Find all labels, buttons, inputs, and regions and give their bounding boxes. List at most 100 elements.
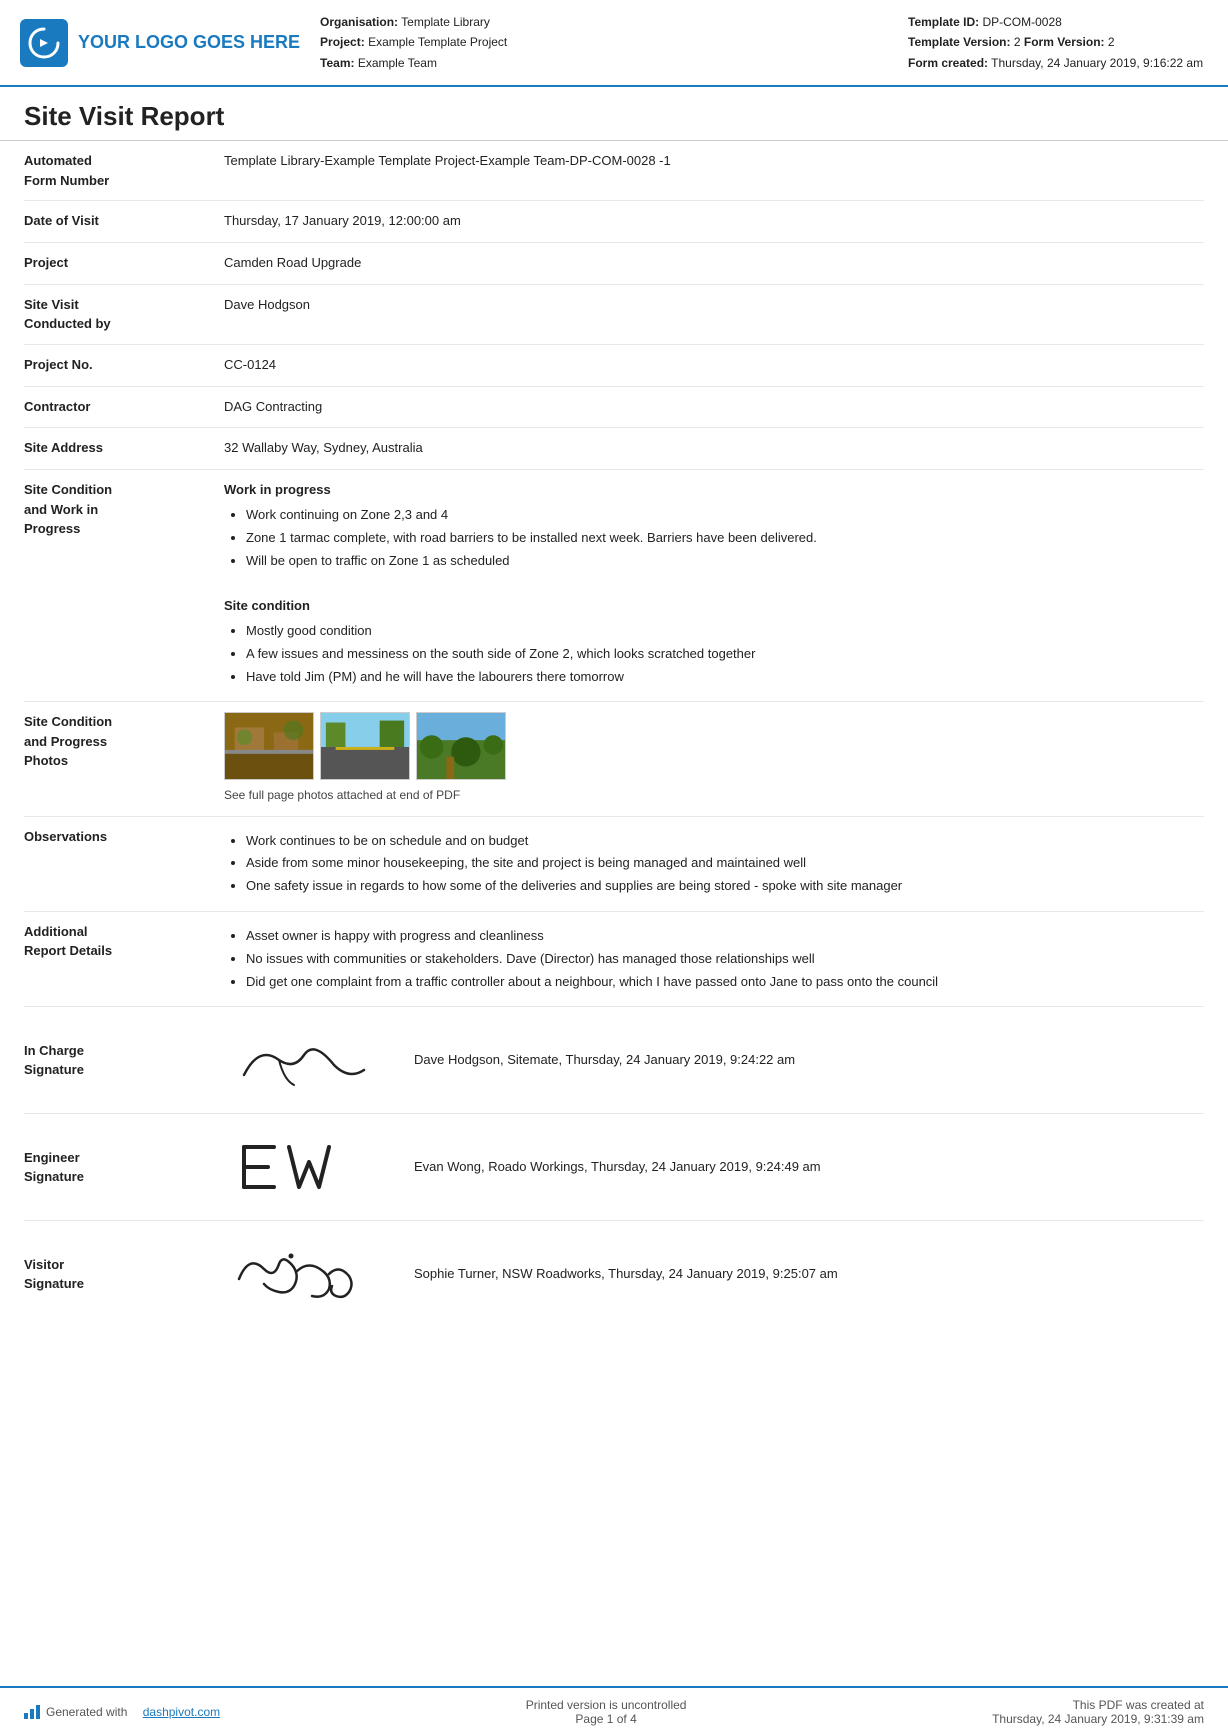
header-right: Template ID: DP-COM-0028 Template Versio…	[908, 12, 1208, 73]
field-engineer-sig: EngineerSignature Evan Wong, Roado Worki…	[24, 1114, 1204, 1221]
value-site-condition: Work in progress Work continuing on Zone…	[224, 480, 1204, 691]
field-site-condition: Site Conditionand Work inProgress Work i…	[24, 470, 1204, 702]
sig-engineer-img	[224, 1132, 384, 1202]
value-automated: Template Library-Example Template Projec…	[224, 151, 1204, 172]
label-observations: Observations	[24, 827, 224, 847]
form-version-label: Form Version:	[1024, 35, 1105, 49]
team-value: Example Team	[358, 56, 437, 70]
label-site-address: Site Address	[24, 438, 224, 458]
bars-icon	[24, 1705, 40, 1719]
field-date-of-visit: Date of Visit Thursday, 17 January 2019,…	[24, 201, 1204, 243]
team-label: Team:	[320, 56, 354, 70]
list-item: Zone 1 tarmac complete, with road barrie…	[246, 528, 1204, 549]
field-photos: Site Conditionand ProgressPhotos	[24, 702, 1204, 816]
label-project-no: Project No.	[24, 355, 224, 375]
observations-list: Work continues to be on schedule and on …	[224, 831, 1204, 897]
template-version-value: 2	[1014, 35, 1021, 49]
label-automated: AutomatedForm Number	[24, 151, 224, 190]
label-engineer: EngineerSignature	[24, 1148, 224, 1187]
value-project: Camden Road Upgrade	[224, 253, 1204, 274]
field-project-no: Project No. CC-0124	[24, 345, 1204, 387]
site-condition-heading: Site condition	[224, 596, 1204, 617]
site-condition-list: Mostly good condition A few issues and m…	[224, 621, 1204, 687]
additional-list: Asset owner is happy with progress and c…	[224, 926, 1204, 992]
field-observations: Observations Work continues to be on sch…	[24, 817, 1204, 912]
bar-2	[30, 1709, 34, 1719]
value-project-no: CC-0124	[224, 355, 1204, 376]
label-date: Date of Visit	[24, 211, 224, 231]
field-automated-form: AutomatedForm Number Template Library-Ex…	[24, 141, 1204, 201]
label-additional: AdditionalReport Details	[24, 922, 224, 961]
list-item: Aside from some minor housekeeping, the …	[246, 853, 1204, 874]
list-item: Work continues to be on schedule and on …	[246, 831, 1204, 852]
org-value: Template Library	[401, 15, 490, 29]
work-progress-heading: Work in progress	[224, 480, 1204, 501]
footer-created: This PDF was created atThursday, 24 Janu…	[992, 1698, 1204, 1726]
bar-1	[24, 1713, 28, 1719]
logo-icon	[20, 19, 68, 67]
header: YOUR LOGO GOES HERE Organisation: Templa…	[0, 0, 1228, 87]
project-label: Project:	[320, 35, 365, 49]
photos-row	[224, 712, 1204, 780]
list-item: No issues with communities or stakeholde…	[246, 949, 1204, 970]
value-additional: Asset owner is happy with progress and c…	[224, 922, 1204, 996]
footer-left: Generated with dashpivot.com	[24, 1705, 220, 1719]
field-site-address: Site Address 32 Wallaby Way, Sydney, Aus…	[24, 428, 1204, 470]
field-in-charge-sig: In ChargeSignature Dave Hodgson, Sitemat…	[24, 1007, 1204, 1114]
field-visitor-sig: VisitorSignature Sophie Turner, NSW Road…	[24, 1221, 1204, 1327]
sig-in-charge-img	[224, 1025, 384, 1095]
logo-text: YOUR LOGO GOES HERE	[78, 32, 300, 54]
form-created-value: Thursday, 24 January 2019, 9:16:22 am	[991, 56, 1203, 70]
sig-visitor-text: Sophie Turner, NSW Roadworks, Thursday, …	[414, 1264, 838, 1285]
form-version-value: 2	[1108, 35, 1115, 49]
label-visitor: VisitorSignature	[24, 1255, 224, 1294]
page: YOUR LOGO GOES HERE Organisation: Templa…	[0, 0, 1228, 1736]
template-id-label: Template ID:	[908, 15, 979, 29]
list-item: One safety issue in regards to how some …	[246, 876, 1204, 897]
field-conducted-by: Site VisitConducted by Dave Hodgson	[24, 285, 1204, 345]
label-photos: Site Conditionand ProgressPhotos	[24, 712, 224, 771]
report-title: Site Visit Report	[0, 87, 1228, 141]
list-item: A few issues and messiness on the south …	[246, 644, 1204, 665]
logo-area: YOUR LOGO GOES HERE	[20, 12, 300, 73]
project-value: Example Template Project	[368, 35, 507, 49]
photo-2	[320, 712, 410, 780]
field-additional-details: AdditionalReport Details Asset owner is …	[24, 912, 1204, 1007]
value-visitor-sig: Sophie Turner, NSW Roadworks, Thursday, …	[224, 1239, 1204, 1309]
photo-3	[416, 712, 506, 780]
sig-visitor-img	[224, 1239, 384, 1309]
list-item: Have told Jim (PM) and he will have the …	[246, 667, 1204, 688]
value-site-address: 32 Wallaby Way, Sydney, Australia	[224, 438, 1204, 459]
value-in-charge-sig: Dave Hodgson, Sitemate, Thursday, 24 Jan…	[224, 1025, 1204, 1095]
photo-caption: See full page photos attached at end of …	[224, 786, 1204, 805]
dashpivot-link[interactable]: dashpivot.com	[143, 1705, 220, 1719]
value-date: Thursday, 17 January 2019, 12:00:00 am	[224, 211, 1204, 232]
org-label: Organisation:	[320, 15, 398, 29]
header-meta: Organisation: Template Library Project: …	[320, 12, 888, 73]
label-conducted-by: Site VisitConducted by	[24, 295, 224, 334]
list-item: Mostly good condition	[246, 621, 1204, 642]
label-in-charge: In ChargeSignature	[24, 1041, 224, 1080]
footer-uncontrolled: Printed version is uncontrolledPage 1 of…	[526, 1698, 687, 1726]
field-project: Project Camden Road Upgrade	[24, 243, 1204, 285]
label-site-condition: Site Conditionand Work inProgress	[24, 480, 224, 539]
photo-1	[224, 712, 314, 780]
label-contractor: Contractor	[24, 397, 224, 417]
template-id-value: DP-COM-0028	[982, 15, 1061, 29]
generated-text: Generated with	[46, 1705, 127, 1719]
value-conducted-by: Dave Hodgson	[224, 295, 1204, 316]
value-observations: Work continues to be on schedule and on …	[224, 827, 1204, 901]
value-engineer-sig: Evan Wong, Roado Workings, Thursday, 24 …	[224, 1132, 1204, 1202]
sig-in-charge-text: Dave Hodgson, Sitemate, Thursday, 24 Jan…	[414, 1050, 795, 1071]
footer: Generated with dashpivot.com Printed ver…	[0, 1686, 1228, 1736]
value-contractor: DAG Contracting	[224, 397, 1204, 418]
value-photos: See full page photos attached at end of …	[224, 712, 1204, 805]
sig-engineer-text: Evan Wong, Roado Workings, Thursday, 24 …	[414, 1157, 821, 1178]
list-item: Work continuing on Zone 2,3 and 4	[246, 505, 1204, 526]
list-item: Will be open to traffic on Zone 1 as sch…	[246, 551, 1204, 572]
content: AutomatedForm Number Template Library-Ex…	[0, 141, 1228, 1506]
form-created-label: Form created:	[908, 56, 988, 70]
list-item: Did get one complaint from a traffic con…	[246, 972, 1204, 993]
bar-3	[36, 1705, 40, 1719]
label-project: Project	[24, 253, 224, 273]
